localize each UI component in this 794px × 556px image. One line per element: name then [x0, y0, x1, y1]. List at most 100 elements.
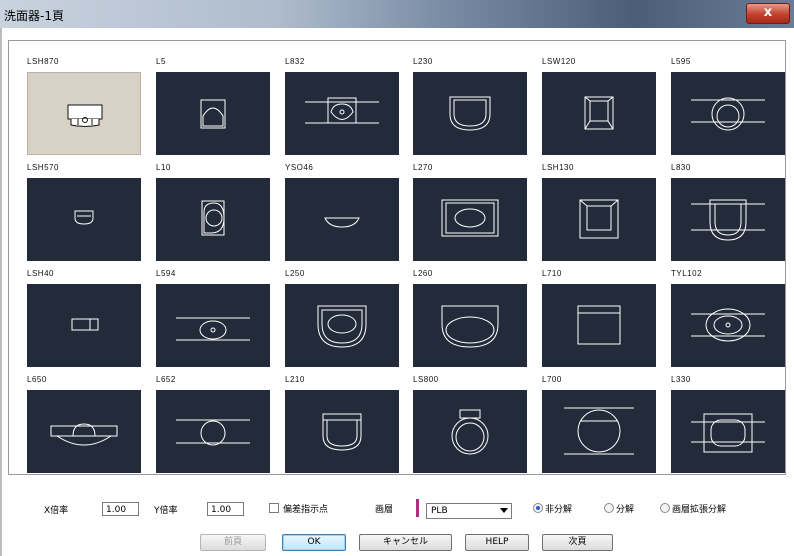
- sink-thumbnail[interactable]: [285, 284, 399, 367]
- sink-thumbnail[interactable]: [413, 390, 527, 473]
- sink-thumbnail[interactable]: [671, 178, 785, 261]
- sink-thumbnail[interactable]: [413, 284, 527, 367]
- cancel-button[interactable]: キャンセル: [359, 534, 452, 551]
- sink-thumbnail[interactable]: [156, 178, 270, 261]
- sink-item-l594[interactable]: L594: [156, 269, 270, 373]
- ok-button[interactable]: OK: [282, 534, 346, 551]
- sink-item-l710[interactable]: L710: [542, 269, 656, 373]
- window-title: 洗面器-1頁: [4, 9, 64, 23]
- y-scale-input[interactable]: 1.00: [207, 502, 244, 516]
- sink-item-label: L832: [285, 57, 305, 66]
- sink-item-label: TYL102: [671, 269, 703, 278]
- sink-drawing-icon: [449, 96, 491, 131]
- sink-item-tyl102[interactable]: TYL102: [671, 269, 785, 373]
- offset-point-checkbox[interactable]: [269, 503, 279, 513]
- sink-drawing-icon: [200, 99, 226, 129]
- sink-item-yso46[interactable]: YSO46: [285, 163, 399, 267]
- sink-item-lsh870[interactable]: LSH870: [27, 57, 141, 161]
- sink-item-l330[interactable]: L330: [671, 375, 785, 479]
- sink-item-lsh40[interactable]: LSH40: [27, 269, 141, 373]
- sink-thumbnail[interactable]: [413, 178, 527, 261]
- x-scale-input[interactable]: 1.00: [102, 502, 139, 516]
- y-scale-label: Y倍率: [154, 506, 178, 516]
- sink-drawing-icon: [324, 217, 360, 228]
- sink-drawing-icon: [201, 200, 225, 236]
- sink-thumbnail[interactable]: [413, 72, 527, 155]
- sink-item-label: L260: [413, 269, 433, 278]
- sink-thumbnail[interactable]: [27, 178, 141, 261]
- sink-item-label: LSW120: [542, 57, 576, 66]
- sink-item-label: L700: [542, 375, 562, 384]
- sink-drawing-icon: [74, 210, 94, 225]
- sink-drawing-icon: [584, 96, 614, 130]
- sink-item-label: L710: [542, 269, 562, 278]
- sink-thumbnail[interactable]: [27, 390, 141, 473]
- sink-drawing-icon: [305, 97, 379, 124]
- sink-drawing-icon: [577, 305, 621, 345]
- sink-item-l5[interactable]: L5: [156, 57, 270, 161]
- sink-item-l650[interactable]: L650: [27, 375, 141, 479]
- sink-item-label: L5: [156, 57, 166, 66]
- sink-thumbnail[interactable]: [542, 178, 656, 261]
- sink-drawing-icon: [322, 413, 362, 451]
- prev-page-button[interactable]: 前頁: [200, 534, 266, 551]
- sink-item-lsw120[interactable]: LSW120: [542, 57, 656, 161]
- sink-thumbnail[interactable]: [542, 284, 656, 367]
- sink-thumbnail[interactable]: [671, 72, 785, 155]
- radio-no-explode[interactable]: [533, 503, 543, 513]
- sink-thumbnail[interactable]: [156, 390, 270, 473]
- x-scale-label: X倍率: [44, 506, 69, 516]
- sink-item-l10[interactable]: L10: [156, 163, 270, 267]
- sink-item-ls800[interactable]: LS800: [413, 375, 527, 479]
- sink-thumbnail[interactable]: [156, 284, 270, 367]
- sink-item-l830[interactable]: L830: [671, 163, 785, 267]
- sink-item-l210[interactable]: L210: [285, 375, 399, 479]
- sink-item-label: L250: [285, 269, 305, 278]
- sink-thumbnail[interactable]: [285, 72, 399, 155]
- sink-thumbnail[interactable]: [27, 72, 141, 155]
- sink-drawing-icon: [67, 104, 103, 127]
- sink-item-lsh570[interactable]: LSH570: [27, 163, 141, 267]
- sink-thumbnail[interactable]: [285, 178, 399, 261]
- help-button[interactable]: HELP: [465, 534, 529, 551]
- sink-thumbnail[interactable]: [671, 390, 785, 473]
- radio-explode-label: 分解: [616, 505, 635, 515]
- layer-color-swatch: [416, 499, 419, 517]
- sink-drawing-icon: [441, 199, 499, 237]
- sink-item-l250[interactable]: L250: [285, 269, 399, 373]
- sink-item-l230[interactable]: L230: [413, 57, 527, 161]
- sink-item-label: L230: [413, 57, 433, 66]
- sink-thumbnail[interactable]: [156, 72, 270, 155]
- sink-thumbnail[interactable]: [671, 284, 785, 367]
- sink-item-label: L10: [156, 163, 171, 172]
- sink-item-label: L594: [156, 269, 176, 278]
- sink-item-label: LSH40: [27, 269, 54, 278]
- sink-thumbnail[interactable]: [542, 390, 656, 473]
- sink-item-l270[interactable]: L270: [413, 163, 527, 267]
- sink-item-label: LS800: [413, 375, 439, 384]
- sink-drawing-icon: [451, 409, 489, 455]
- sink-item-lsh130[interactable]: LSH130: [542, 163, 656, 267]
- sink-item-l595[interactable]: L595: [671, 57, 785, 161]
- sink-item-l652[interactable]: L652: [156, 375, 270, 479]
- sink-item-l832[interactable]: L832: [285, 57, 399, 161]
- radio-explode[interactable]: [604, 503, 614, 513]
- close-button[interactable]: x: [746, 3, 790, 24]
- layer-select-value: PLB: [431, 506, 448, 516]
- sink-drawing-icon: [317, 305, 367, 348]
- radio-no-explode-label: 非分解: [545, 505, 573, 515]
- sink-drawing-icon: [564, 407, 634, 455]
- sink-thumbnail[interactable]: [285, 390, 399, 473]
- sink-item-l700[interactable]: L700: [542, 375, 656, 479]
- sink-drawing-icon: [691, 413, 765, 453]
- radio-layer-explode[interactable]: [660, 503, 670, 513]
- layer-select[interactable]: PLB: [426, 503, 512, 519]
- sink-drawing-icon: [71, 318, 99, 331]
- sink-thumbnail[interactable]: [542, 72, 656, 155]
- sink-item-label: L330: [671, 375, 691, 384]
- sink-item-label: LSH870: [27, 57, 59, 66]
- sink-item-l260[interactable]: L260: [413, 269, 527, 373]
- next-page-button[interactable]: 次頁: [542, 534, 613, 551]
- sink-drawing-icon: [176, 317, 250, 341]
- sink-thumbnail[interactable]: [27, 284, 141, 367]
